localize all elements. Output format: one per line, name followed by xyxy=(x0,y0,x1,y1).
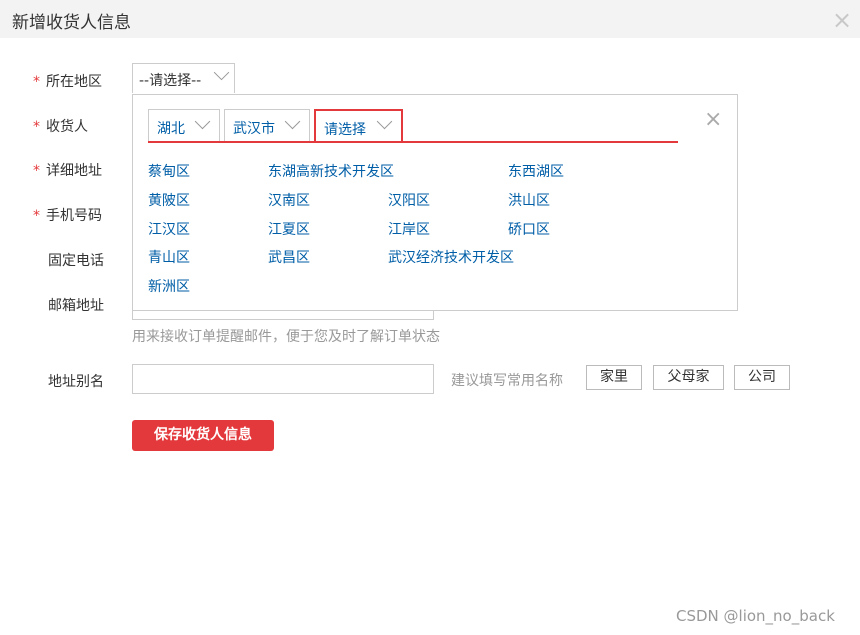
required-mark: * xyxy=(33,74,40,90)
tab-district[interactable]: 请选择 xyxy=(314,109,403,142)
district-item[interactable]: 江夏区 xyxy=(268,219,310,239)
chevron-down-icon xyxy=(284,113,301,130)
district-item[interactable]: 武昌区 xyxy=(268,247,310,267)
region-select[interactable]: --请选择-- xyxy=(132,63,235,93)
district-item[interactable]: 黄陂区 xyxy=(148,190,190,210)
detail-address-label-text: 详细地址 xyxy=(46,163,102,179)
tab-underline xyxy=(148,141,678,143)
alias-tag-button[interactable]: 家里 xyxy=(586,365,642,390)
alias-input[interactable] xyxy=(132,364,434,394)
region-label-text: 所在地区 xyxy=(46,74,102,90)
region-label: * 所在地区 xyxy=(33,71,102,91)
required-mark: * xyxy=(33,119,40,135)
landline-label: 固定电话 xyxy=(48,253,104,269)
district-item[interactable]: 洪山区 xyxy=(508,190,550,210)
receiver-label: * 收货人 xyxy=(33,116,88,136)
region-select-value: --请选择-- xyxy=(139,73,202,89)
district-item[interactable]: 江岸区 xyxy=(388,219,430,239)
tab-city[interactable]: 武汉市 xyxy=(224,109,310,141)
email-hint: 用来接收订单提醒邮件，便于您及时了解订单状态 xyxy=(132,329,440,345)
district-item[interactable]: 江汉区 xyxy=(148,219,190,239)
district-item[interactable]: 东西湖区 xyxy=(508,161,564,181)
alias-hint: 建议填写常用名称 xyxy=(451,373,563,389)
district-item[interactable]: 硚口区 xyxy=(508,219,550,239)
required-mark: * xyxy=(33,163,40,179)
phone-label-text: 手机号码 xyxy=(46,208,102,224)
close-icon[interactable]: × xyxy=(704,109,722,131)
tab-district-label: 请选择 xyxy=(324,122,366,138)
email-label: 邮箱地址 xyxy=(48,298,104,314)
receiver-label-text: 收货人 xyxy=(46,119,88,135)
district-item[interactable]: 蔡甸区 xyxy=(148,161,190,181)
watermark: CSDN @lion_no_back xyxy=(676,607,835,625)
tab-city-label: 武汉市 xyxy=(233,121,275,137)
district-item[interactable]: 武汉经济技术开发区 xyxy=(388,247,514,267)
district-item[interactable]: 汉南区 xyxy=(268,190,310,210)
chevron-down-icon xyxy=(213,64,230,81)
district-item[interactable]: 东湖高新技术开发区 xyxy=(268,161,394,181)
phone-label: * 手机号码 xyxy=(33,205,102,225)
save-button[interactable]: 保存收货人信息 xyxy=(132,420,274,451)
dialog-header: 新增收货人信息 × xyxy=(0,0,860,38)
detail-address-label: * 详细地址 xyxy=(33,160,102,180)
region-dropdown-panel: 湖北 武汉市 请选择 × 蔡甸区 东湖高新技术开发区 东西湖区 黄陂区 汉南区 … xyxy=(132,94,738,311)
district-item[interactable]: 汉阳区 xyxy=(388,190,430,210)
alias-tag-button[interactable]: 父母家 xyxy=(653,365,724,390)
alias-label: 地址别名 xyxy=(48,374,104,390)
close-icon[interactable]: × xyxy=(832,8,852,32)
dialog-title: 新增收货人信息 xyxy=(12,13,131,33)
tab-province-label: 湖北 xyxy=(157,121,185,137)
alias-tag-button[interactable]: 公司 xyxy=(734,365,790,390)
tab-province[interactable]: 湖北 xyxy=(148,109,220,141)
chevron-down-icon xyxy=(376,113,393,130)
chevron-down-icon xyxy=(194,113,211,130)
district-item[interactable]: 新洲区 xyxy=(148,276,190,296)
district-item[interactable]: 青山区 xyxy=(148,247,190,267)
required-mark: * xyxy=(33,208,40,224)
